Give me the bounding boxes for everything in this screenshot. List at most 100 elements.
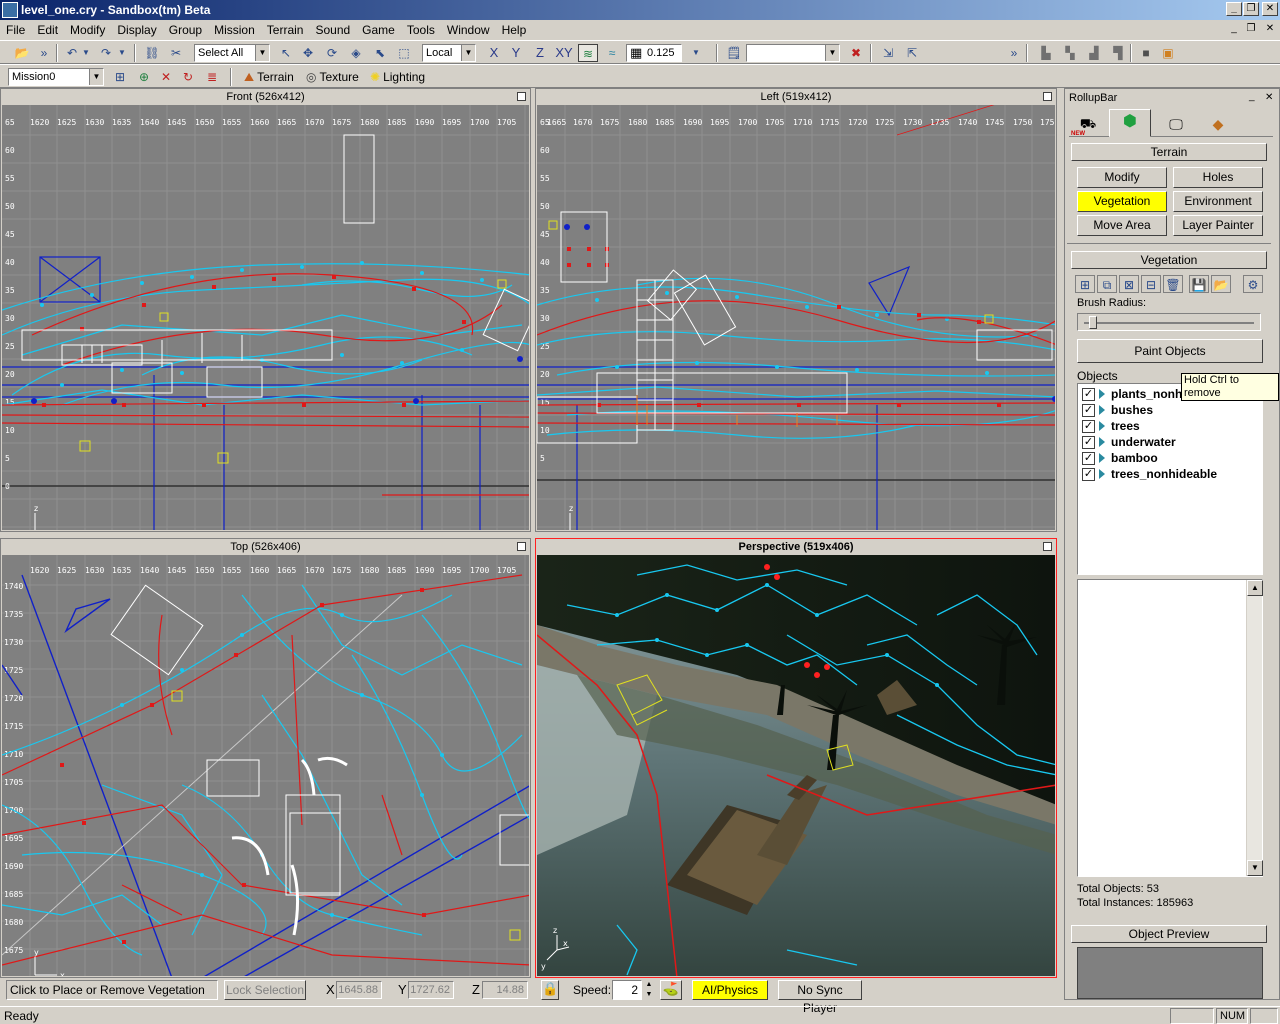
speed-field[interactable]: 2: [612, 980, 642, 1000]
axis-y-button[interactable]: Y: [506, 44, 526, 62]
scroll-up-icon[interactable]: ▲: [1247, 580, 1263, 596]
goto-position-icon[interactable]: ⛳: [660, 980, 682, 1000]
selection-set-combo[interactable]: ▼: [746, 44, 840, 62]
viewport-canvas[interactable]: 1620 1625 1630 1635 1640 1645 1650 1655 …: [2, 105, 529, 530]
menu-group[interactable]: Group: [163, 23, 208, 37]
tab-terrain[interactable]: ⬢: [1109, 109, 1151, 137]
move-area-button[interactable]: Move Area: [1077, 215, 1167, 236]
expand-arrow-icon[interactable]: [1099, 405, 1105, 415]
checkbox-checked-icon[interactable]: ✓: [1082, 403, 1095, 417]
delete-mission-icon[interactable]: ✕: [156, 68, 176, 86]
spin-up-icon[interactable]: ▲: [643, 980, 655, 990]
expand-arrow-icon[interactable]: [1099, 469, 1105, 479]
replace-vegetation-icon[interactable]: ⊠: [1119, 275, 1139, 293]
maximize-viewport-icon[interactable]: [517, 542, 526, 551]
axis-x-button[interactable]: X: [484, 44, 504, 62]
overflow-left-icon[interactable]: »: [34, 44, 54, 62]
terrain-follow-icon[interactable]: ≋: [578, 44, 598, 62]
modify-button[interactable]: Modify: [1077, 167, 1167, 188]
reload-mission-icon[interactable]: ↻: [178, 68, 198, 86]
checkbox-checked-icon[interactable]: ✓: [1082, 419, 1095, 433]
checkbox-checked-icon[interactable]: ✓: [1082, 467, 1095, 481]
spin-down-icon[interactable]: ▼: [643, 990, 655, 1000]
expand-arrow-icon[interactable]: [1099, 437, 1105, 447]
holes-button[interactable]: Holes: [1173, 167, 1263, 188]
menu-modify[interactable]: Modify: [64, 23, 111, 37]
terrain-group-header[interactable]: Terrain: [1071, 143, 1267, 161]
viewport-front[interactable]: Front (526x412) 1620 1625 1630 1635 1640…: [0, 88, 531, 532]
menu-sound[interactable]: Sound: [309, 23, 356, 37]
object-preview-header[interactable]: Object Preview: [1071, 925, 1267, 943]
maximize-viewport-icon[interactable]: [517, 92, 526, 101]
align-center-icon[interactable]: ▚: [1060, 44, 1080, 62]
axis-z-button[interactable]: Z: [530, 44, 550, 62]
mission-props-icon[interactable]: ≣: [202, 68, 222, 86]
coord-system-combo[interactable]: Local ▼: [422, 44, 476, 62]
vertical-scrollbar[interactable]: ▲ ▼: [1246, 580, 1263, 876]
list-item[interactable]: ✓ bushes: [1082, 402, 1153, 418]
close-button[interactable]: ✕: [1262, 2, 1278, 16]
list-item[interactable]: ✓ underwater: [1082, 434, 1176, 450]
lock-selection-button[interactable]: Lock Selection: [224, 980, 306, 1000]
overflow-right-icon[interactable]: »: [1004, 44, 1024, 62]
menu-game[interactable]: Game: [356, 23, 401, 37]
redo-dropdown-icon[interactable]: ▼: [116, 44, 128, 62]
viewport-perspective[interactable]: Perspective (519x406) z x y: [535, 538, 1057, 978]
expand-arrow-icon[interactable]: [1099, 389, 1105, 399]
clone-vegetation-icon[interactable]: ⧉: [1097, 275, 1117, 293]
minimize-button[interactable]: _: [1226, 2, 1242, 16]
menu-terrain[interactable]: Terrain: [261, 23, 310, 37]
tab-display[interactable]: 🖵: [1157, 113, 1195, 137]
mdi-minimize-button[interactable]: _: [1226, 22, 1242, 36]
terrain-tool[interactable]: ⛰ Terrain: [244, 68, 294, 86]
grid-size-field[interactable]: ▦ 0.125: [626, 44, 682, 62]
expand-arrow-icon[interactable]: [1099, 453, 1105, 463]
select-region-icon[interactable]: ⬚: [394, 44, 414, 62]
delete-selection-icon[interactable]: ✖: [846, 44, 866, 62]
viewport-top[interactable]: Top (526x406) 1620 1625 1630 1635 1640 1…: [0, 538, 531, 978]
redo-icon[interactable]: ↷: [96, 44, 116, 62]
menu-mission[interactable]: Mission: [208, 23, 261, 37]
brush-radius-slider[interactable]: [1077, 313, 1261, 331]
checkbox-checked-icon[interactable]: ✓: [1082, 451, 1095, 465]
trash-icon[interactable]: 🗑: [1163, 275, 1183, 293]
layer-painter-button[interactable]: Layer Painter: [1173, 215, 1263, 236]
checkbox-checked-icon[interactable]: ✓: [1082, 435, 1095, 449]
unlink-icon[interactable]: ✂: [166, 44, 186, 62]
add-vegetation-icon[interactable]: ⊞: [1075, 275, 1095, 293]
menu-help[interactable]: Help: [496, 23, 533, 37]
new-mission-icon[interactable]: ⊞: [110, 68, 130, 86]
object-properties-list[interactable]: ▲ ▼: [1077, 579, 1263, 877]
expand-arrow-icon[interactable]: [1099, 421, 1105, 431]
align-right-icon[interactable]: ▟: [1084, 44, 1104, 62]
tab-create-objects[interactable]: ⛟ NEW: [1069, 113, 1107, 137]
link-icon[interactable]: ⛓: [142, 44, 162, 62]
list-item[interactable]: ✓ trees_nonhideable: [1082, 466, 1217, 482]
maximize-viewport-icon[interactable]: [1043, 92, 1052, 101]
select-object-icon[interactable]: ⬉: [370, 44, 390, 62]
menu-window[interactable]: Window: [441, 23, 496, 37]
select-arrow-icon[interactable]: ↖: [276, 44, 296, 62]
select-filter-combo[interactable]: Select All ▼: [194, 44, 270, 62]
menu-file[interactable]: File: [0, 23, 31, 37]
texture-tool[interactable]: ◎ Texture: [306, 68, 359, 86]
snap-terrain-icon[interactable]: ≈: [602, 44, 622, 62]
move-icon[interactable]: ✥: [298, 44, 318, 62]
vegetation-group-header[interactable]: Vegetation: [1071, 251, 1267, 269]
lighting-tool[interactable]: ✺ Lighting: [370, 68, 425, 86]
distribute-icon[interactable]: ⚙: [1243, 275, 1263, 293]
viewport-left[interactable]: Left (519x412) 1665 1670 1675 1680 1685 …: [535, 88, 1057, 532]
rollup-minimize-button[interactable]: _: [1249, 91, 1255, 102]
scale-icon[interactable]: ◈: [346, 44, 366, 62]
viewport-canvas[interactable]: 1620 1625 1630 1635 1640 1645 1650 1655 …: [2, 555, 529, 976]
maximize-viewport-icon[interactable]: [1043, 542, 1052, 551]
viewport-canvas[interactable]: z x y: [537, 555, 1055, 976]
open-folder-icon[interactable]: 📂: [12, 44, 32, 62]
paint-objects-button[interactable]: Paint Objects: [1077, 339, 1263, 363]
lock-icon[interactable]: 🔒: [541, 980, 559, 1000]
list-item[interactable]: ✓ bamboo: [1082, 450, 1158, 466]
menu-edit[interactable]: Edit: [31, 23, 64, 37]
menu-display[interactable]: Display: [111, 23, 162, 37]
scroll-down-icon[interactable]: ▼: [1247, 860, 1263, 876]
vegetation-button[interactable]: Vegetation: [1077, 191, 1167, 212]
